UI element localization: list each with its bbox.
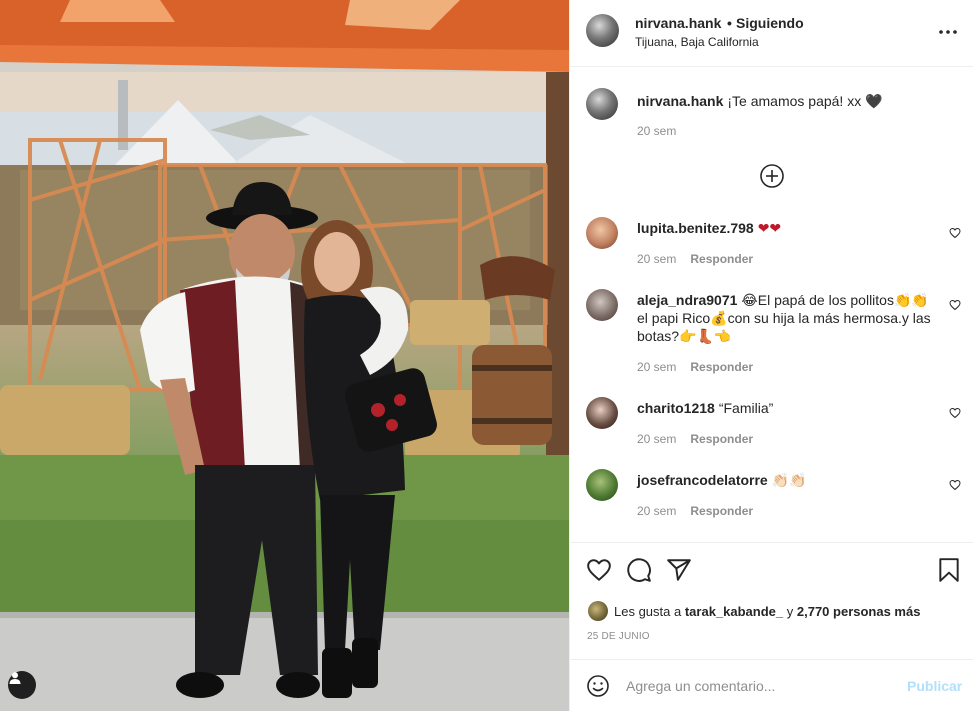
- reply-button[interactable]: Responder: [690, 504, 753, 518]
- add-comment-bar: Publicar: [570, 659, 973, 711]
- publish-button[interactable]: Publicar: [907, 678, 962, 694]
- comments-section[interactable]: nirvana.hank ¡Te amamos papá! xx 🖤 20 sem…: [570, 68, 973, 542]
- comment-input[interactable]: [626, 674, 896, 698]
- comment-meta: 20 sem Responder: [637, 252, 767, 266]
- post-actions: Les gusta a tarak_kabande_ y 2,770 perso…: [570, 542, 973, 659]
- comment-time[interactable]: 20 sem: [637, 252, 676, 266]
- comment-text: “Familia”: [718, 400, 774, 416]
- photo-illustration: [0, 0, 569, 711]
- comment-text: ❤❤: [757, 220, 782, 236]
- comment-time[interactable]: 20 sem: [637, 360, 676, 374]
- comment-avatar[interactable]: [586, 469, 618, 501]
- reply-button[interactable]: Responder: [690, 252, 753, 266]
- post-header: nirvana.hank • Siguiendo Tijuana, Baja C…: [570, 0, 973, 67]
- comment-time[interactable]: 20 sem: [637, 504, 676, 518]
- likes-summary: Les gusta a tarak_kabande_ y 2,770 perso…: [588, 601, 920, 621]
- caption-body: nirvana.hank ¡Te amamos papá! xx 🖤: [637, 92, 937, 110]
- author-avatar[interactable]: [586, 14, 619, 47]
- caption-meta: 20 sem: [637, 124, 690, 138]
- share-icon[interactable]: [666, 557, 692, 583]
- comment-author[interactable]: lupita.benitez.798: [637, 220, 754, 236]
- comment-author[interactable]: aleja_ndra9071: [637, 292, 737, 308]
- comment-author[interactable]: charito1218: [637, 400, 715, 416]
- comment-meta: 20 sem Responder: [637, 432, 767, 446]
- caption-time[interactable]: 20 sem: [637, 124, 676, 138]
- comment-body: charito1218 “Familia”: [637, 399, 937, 417]
- comment-text: 👏🏻👏🏻: [771, 472, 807, 488]
- reply-button[interactable]: Responder: [690, 360, 753, 374]
- heart-icon[interactable]: [586, 557, 612, 583]
- user-icon: [9, 672, 21, 684]
- reply-button[interactable]: Responder: [690, 432, 753, 446]
- likes-prefix: Les gusta a: [614, 603, 682, 619]
- liker-avatar[interactable]: [588, 601, 608, 621]
- liker-username[interactable]: tarak_kabande_: [685, 604, 783, 619]
- comment-time[interactable]: 20 sem: [637, 432, 676, 446]
- comment-body: aleja_ndra9071 😂El papá de los pollitos👏👏…: [637, 291, 937, 345]
- like-comment-heart-icon[interactable]: [949, 407, 961, 419]
- likes-middle: y: [786, 603, 794, 619]
- comment-author[interactable]: josefrancodelatorre: [637, 472, 768, 488]
- comment-meta: 20 sem Responder: [637, 360, 767, 374]
- post-date[interactable]: 25 DE JUNIO: [587, 631, 650, 642]
- comment-avatar[interactable]: [586, 217, 618, 249]
- comment-avatar[interactable]: [586, 289, 618, 321]
- comment-body: josefrancodelatorre 👏🏻👏🏻: [637, 471, 937, 489]
- likes-count[interactable]: 2,770 personas más: [797, 604, 921, 619]
- caption-text: ¡Te amamos papá! xx 🖤: [727, 93, 883, 109]
- emoji-icon[interactable]: [586, 674, 610, 698]
- post-details-panel: nirvana.hank • Siguiendo Tijuana, Baja C…: [569, 0, 973, 711]
- caption-author[interactable]: nirvana.hank: [637, 93, 723, 109]
- following-button[interactable]: Siguiendo: [736, 15, 804, 31]
- comment-body: lupita.benitez.798 ❤❤: [637, 219, 937, 237]
- comment-avatar[interactable]: [586, 397, 618, 429]
- more-options-icon[interactable]: [936, 20, 960, 44]
- comment-icon[interactable]: [626, 557, 652, 583]
- post-location[interactable]: Tijuana, Baja California: [635, 35, 759, 49]
- tagged-users-button[interactable]: [8, 671, 36, 699]
- bookmark-icon[interactable]: [936, 557, 962, 583]
- like-comment-heart-icon[interactable]: [949, 227, 961, 239]
- like-comment-heart-icon[interactable]: [949, 299, 961, 311]
- author-username[interactable]: nirvana.hank: [635, 15, 721, 31]
- header-separator: •: [727, 15, 732, 31]
- post-photo[interactable]: [0, 0, 569, 711]
- comment-meta: 20 sem Responder: [637, 504, 767, 518]
- like-comment-heart-icon[interactable]: [949, 479, 961, 491]
- plus-circle-icon[interactable]: [759, 163, 785, 189]
- caption-author-avatar[interactable]: [586, 88, 618, 120]
